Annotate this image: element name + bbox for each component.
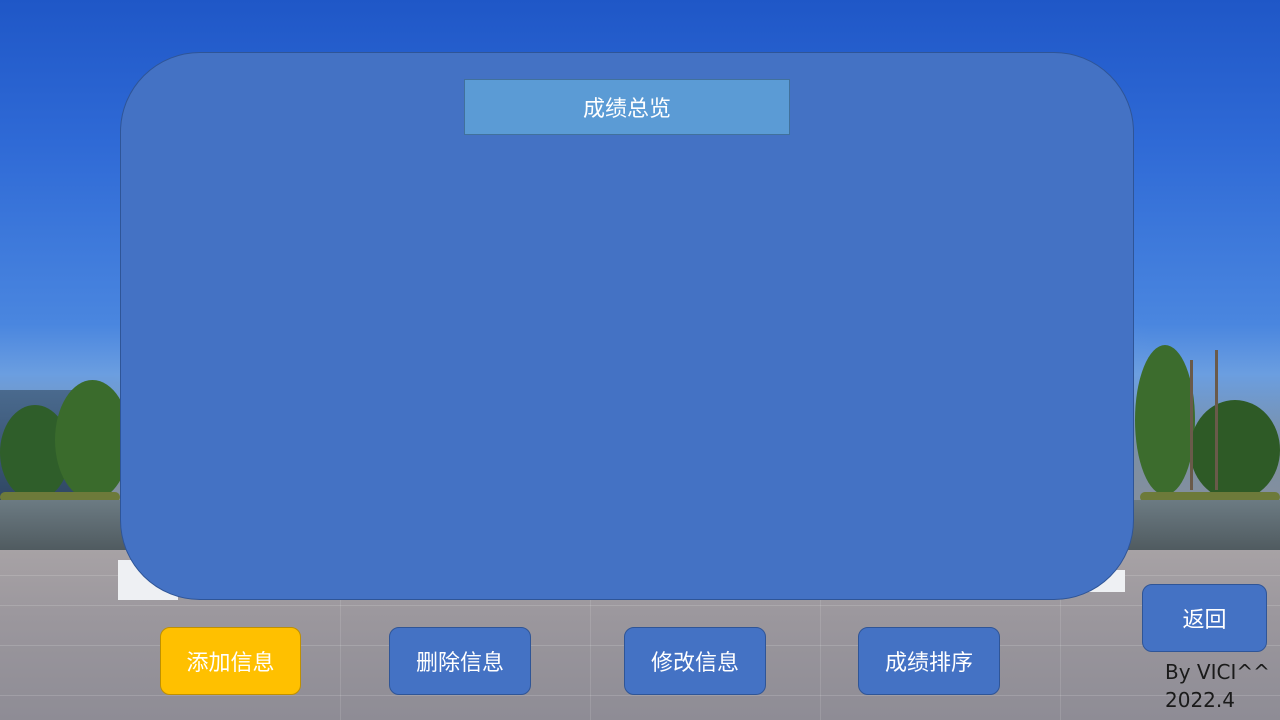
- edit-info-button[interactable]: 修改信息: [624, 627, 766, 695]
- background-tree-trunk: [1215, 350, 1218, 490]
- background-tree: [1135, 345, 1195, 495]
- background-tree: [1190, 400, 1280, 500]
- ground-line: [0, 695, 1280, 696]
- credit-date: 2022.4: [1165, 688, 1235, 712]
- back-button[interactable]: 返回: [1142, 584, 1267, 652]
- app-screen: 成绩总览 添加信息 删除信息 修改信息 成绩排序 返回 By VICI^^ 20…: [0, 0, 1280, 720]
- credit-author: By VICI^^: [1165, 660, 1270, 684]
- add-info-button[interactable]: 添加信息: [160, 627, 301, 695]
- sort-scores-button[interactable]: 成绩排序: [858, 627, 1000, 695]
- ground-line: [0, 605, 1280, 606]
- background-tree: [55, 380, 130, 500]
- delete-info-button[interactable]: 删除信息: [389, 627, 531, 695]
- credit-text: By VICI^^ 2022.4: [1165, 658, 1270, 714]
- background-tree-trunk: [1190, 360, 1193, 490]
- panel-title: 成绩总览: [464, 79, 790, 135]
